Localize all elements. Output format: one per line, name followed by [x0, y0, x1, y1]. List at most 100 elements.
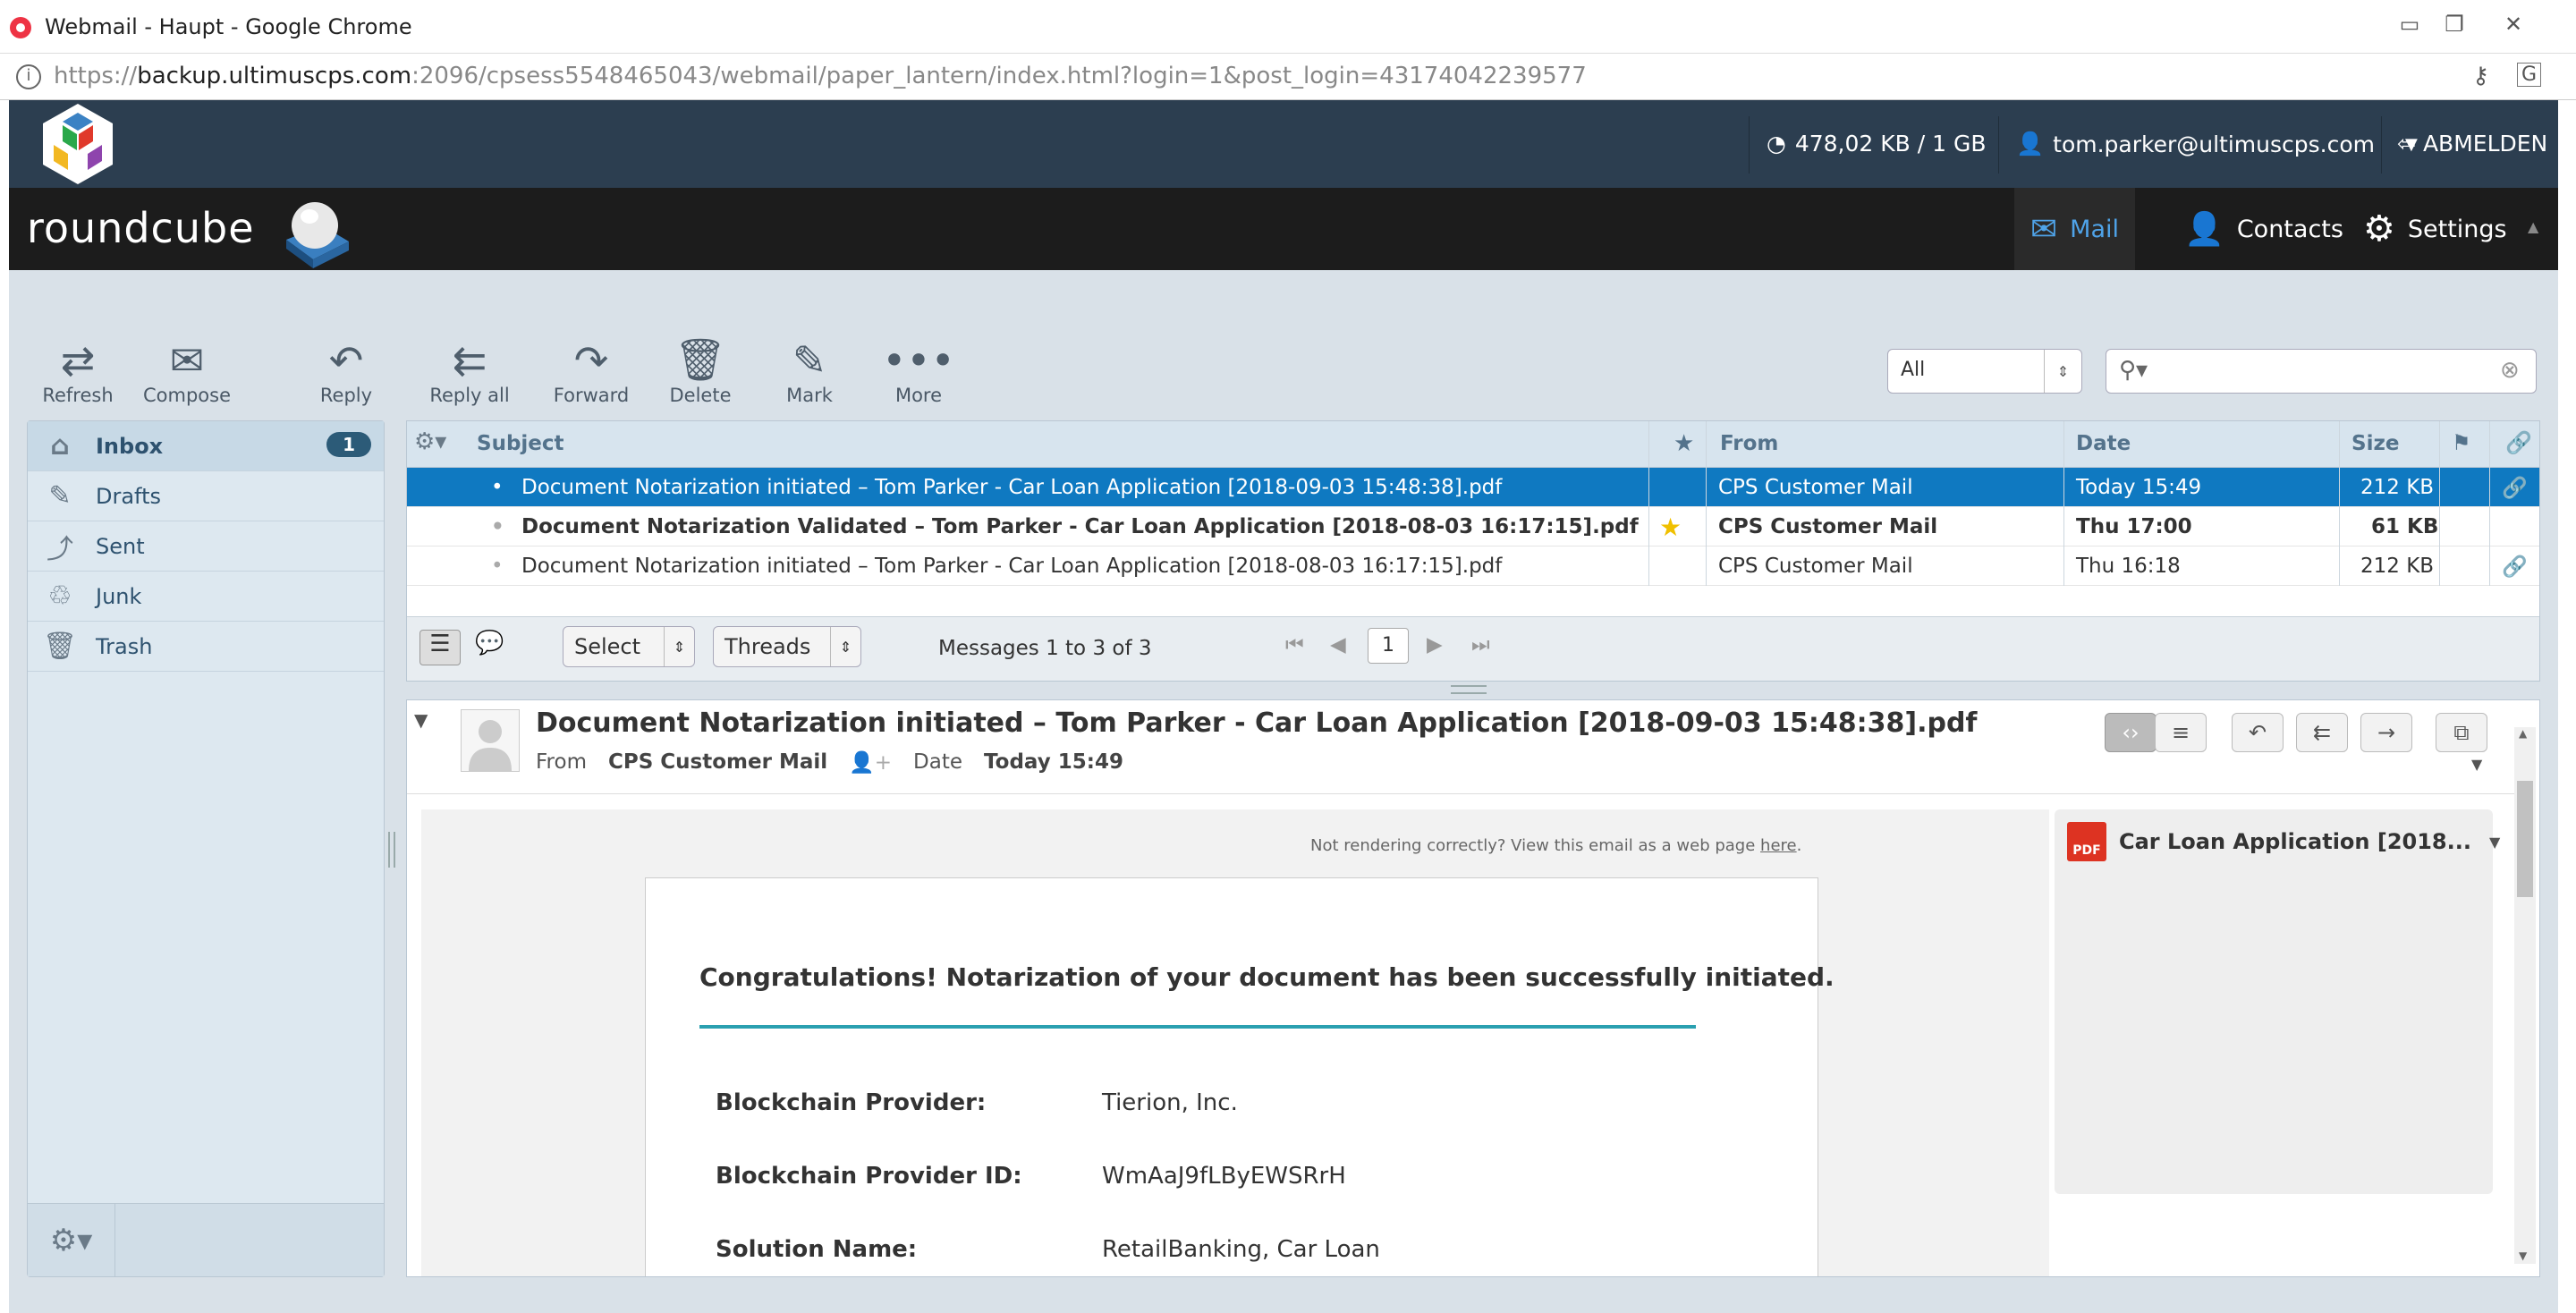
threads-view-icon[interactable]: 💬: [475, 630, 504, 656]
cpanel-logo[interactable]: [36, 100, 120, 191]
table-row[interactable]: • Document Notarization Validated – Tom …: [407, 507, 2539, 546]
refresh-button[interactable]: ⇄ Refresh: [29, 335, 127, 406]
first-page-icon[interactable]: ⏮: [1285, 633, 1304, 656]
row-subject: Document Notarization initiated – Tom Pa…: [521, 555, 1503, 578]
delete-button[interactable]: 🗑 Delete: [651, 335, 750, 406]
folder-footer: ⚙▾: [28, 1203, 384, 1277]
row-date: Thu 16:18: [2076, 555, 2181, 578]
preview-reply-button[interactable]: ↶: [2232, 713, 2284, 752]
plain-view-button[interactable]: ≡: [2155, 713, 2207, 752]
folder-junk[interactable]: ♲ Junk: [28, 572, 384, 622]
message-subject: Document Notarization initiated – Tom Pa…: [536, 707, 1978, 739]
new-window-icon: ⧉: [2453, 720, 2470, 745]
folder-trash[interactable]: 🗑 Trash: [28, 622, 384, 672]
column-size[interactable]: Size: [2351, 432, 2399, 455]
message-count: Messages 1 to 3 of 3: [938, 637, 1152, 660]
restore-icon[interactable]: ❐: [2436, 9, 2472, 39]
preview-reply-all-button[interactable]: ⇇: [2296, 713, 2348, 752]
reply-all-icon: ⇇: [2312, 720, 2332, 745]
mark-button[interactable]: ✎ Mark: [760, 335, 859, 406]
logout-icon: ⇦: [2397, 131, 2416, 157]
list-options-gear-icon[interactable]: ⚙▾: [414, 428, 446, 455]
compose-button[interactable]: ✉ Compose: [138, 335, 236, 406]
reply-button[interactable]: ↶ Reply: [297, 335, 395, 406]
folder-sent[interactable]: ⤴ Sent: [28, 521, 384, 572]
flagged-column-star-icon[interactable]: ★: [1674, 430, 1694, 457]
html-view-button[interactable]: ‹›: [2105, 713, 2157, 752]
row-from: CPS Customer Mail: [1718, 515, 1938, 538]
quota-indicator: ◔ 478,02 KB / 1 GB: [1767, 131, 1987, 157]
attachment-menu-icon[interactable]: ▼: [2489, 834, 2500, 851]
attachment-item[interactable]: PDF Car Loan Application [2018... ▼: [2067, 822, 2500, 861]
message-date: Today 15:49: [984, 750, 1123, 774]
column-date[interactable]: Date: [2076, 432, 2131, 455]
quota-text: 478,02 KB / 1 GB: [1794, 131, 1987, 157]
folder-settings-gear-icon[interactable]: ⚙▾: [28, 1204, 115, 1277]
headers-dropdown-icon[interactable]: ▼: [2471, 756, 2482, 773]
email-heading: Congratulations! Notarization of your do…: [699, 962, 1835, 992]
folder-drafts[interactable]: ✎ Drafts: [28, 471, 384, 521]
nav-mail[interactable]: ✉ Mail: [2014, 188, 2136, 270]
attachment-column-icon[interactable]: 🔗: [2505, 430, 2532, 455]
clear-search-icon[interactable]: ⊗: [2500, 357, 2520, 384]
threads-dropdown[interactable]: Threads ⇕: [713, 626, 861, 667]
prev-page-icon[interactable]: ◀: [1330, 633, 1346, 656]
column-from[interactable]: From: [1720, 432, 1778, 455]
attachment-icon: 🔗: [2502, 477, 2528, 500]
message-list-header: ⚙▾ Subject ★ From Date Size ⚑ 🔗: [407, 421, 2539, 468]
nav-contacts[interactable]: 👤 Contacts: [2168, 188, 2360, 270]
render-notice: Not rendering correctly? View this email…: [1310, 836, 1802, 855]
url-text[interactable]: https://backup.ultimuscps.com:2096/cpses…: [54, 63, 1587, 89]
collapse-caret-icon[interactable]: ▲: [2528, 218, 2538, 235]
scrollbar-thumb[interactable]: [2517, 781, 2533, 897]
close-icon[interactable]: ✕: [2496, 9, 2531, 39]
table-row[interactable]: • Document Notarization initiated – Tom …: [407, 546, 2539, 586]
sender-name[interactable]: CPS Customer Mail: [608, 750, 827, 775]
address-bar[interactable]: i https://backup.ultimuscps.com:2096/cps…: [0, 54, 2576, 100]
flag-column-icon[interactable]: ⚑: [2452, 430, 2471, 455]
page-number[interactable]: 1: [1368, 628, 1409, 664]
inbox-icon: ⌂: [50, 430, 70, 462]
info-icon[interactable]: i: [16, 64, 41, 89]
collapse-headers-icon[interactable]: ▼: [414, 709, 428, 731]
select-dropdown[interactable]: Select ⇕: [563, 626, 695, 667]
compose-icon: ✉: [169, 336, 205, 385]
splitter-handle[interactable]: [388, 832, 395, 868]
refresh-icon: ⇄: [60, 336, 96, 385]
filter-select[interactable]: All ⇕: [1887, 349, 2082, 394]
forward-arrow-icon: →: [2377, 720, 2396, 745]
horizontal-splitter[interactable]: [1451, 685, 1487, 694]
scroll-up-icon[interactable]: ▲: [2519, 727, 2527, 740]
row-subject: Document Notarization Validated – Tom Pa…: [521, 515, 1639, 538]
last-page-icon[interactable]: ⏭: [1471, 633, 1490, 656]
roundcube-logo[interactable]: roundcube: [27, 204, 255, 252]
flagged-star-icon[interactable]: ★: [1659, 512, 1682, 542]
search-icon[interactable]: ⚲▾: [2119, 357, 2148, 384]
logout-button[interactable]: ⇦ ABMELDEN: [2397, 131, 2547, 157]
scroll-down-icon[interactable]: ▼: [2519, 1249, 2527, 1262]
next-page-icon[interactable]: ▶: [1427, 633, 1443, 656]
message-meta: From CPS Customer Mail 👤+ Date Today 15:…: [536, 750, 1123, 775]
add-contact-icon[interactable]: 👤+: [849, 750, 892, 775]
open-in-new-window-button[interactable]: ⧉: [2436, 713, 2487, 752]
list-view-icon[interactable]: ☰: [419, 630, 461, 665]
roundcube-header: roundcube ✉ Mail 👤 Contacts ⚙ Settings ▲: [9, 188, 2558, 270]
webview-link[interactable]: here: [1760, 836, 1797, 855]
column-subject[interactable]: Subject: [477, 432, 564, 455]
preview-forward-button[interactable]: →: [2360, 713, 2412, 752]
more-button[interactable]: ••• More: [869, 335, 968, 406]
search-input[interactable]: ⚲▾ ⊗: [2106, 349, 2537, 394]
minimize-icon[interactable]: ▭: [2392, 9, 2428, 39]
key-icon[interactable]: ⚷: [2472, 63, 2489, 89]
trash-icon: 🗑: [674, 335, 727, 384]
reply-all-button[interactable]: ⇇ Reply all: [411, 335, 528, 406]
preview-scrollbar[interactable]: ▲ ▼: [2514, 727, 2536, 1264]
forward-button[interactable]: ↷ Forward: [542, 335, 640, 406]
user-menu[interactable]: 👤 tom.parker@ultimuscps.com ▼: [2016, 131, 2418, 157]
translate-icon[interactable]: G: [2517, 63, 2542, 87]
table-row[interactable]: • Document Notarization initiated – Tom …: [407, 468, 2539, 507]
window-title: Webmail - Haupt - Google Chrome: [45, 14, 412, 39]
nav-settings[interactable]: ⚙ Settings: [2347, 188, 2523, 270]
attachment-panel: PDF Car Loan Application [2018... ▼: [2055, 809, 2500, 1194]
folder-inbox[interactable]: ⌂ Inbox 1: [28, 421, 384, 471]
